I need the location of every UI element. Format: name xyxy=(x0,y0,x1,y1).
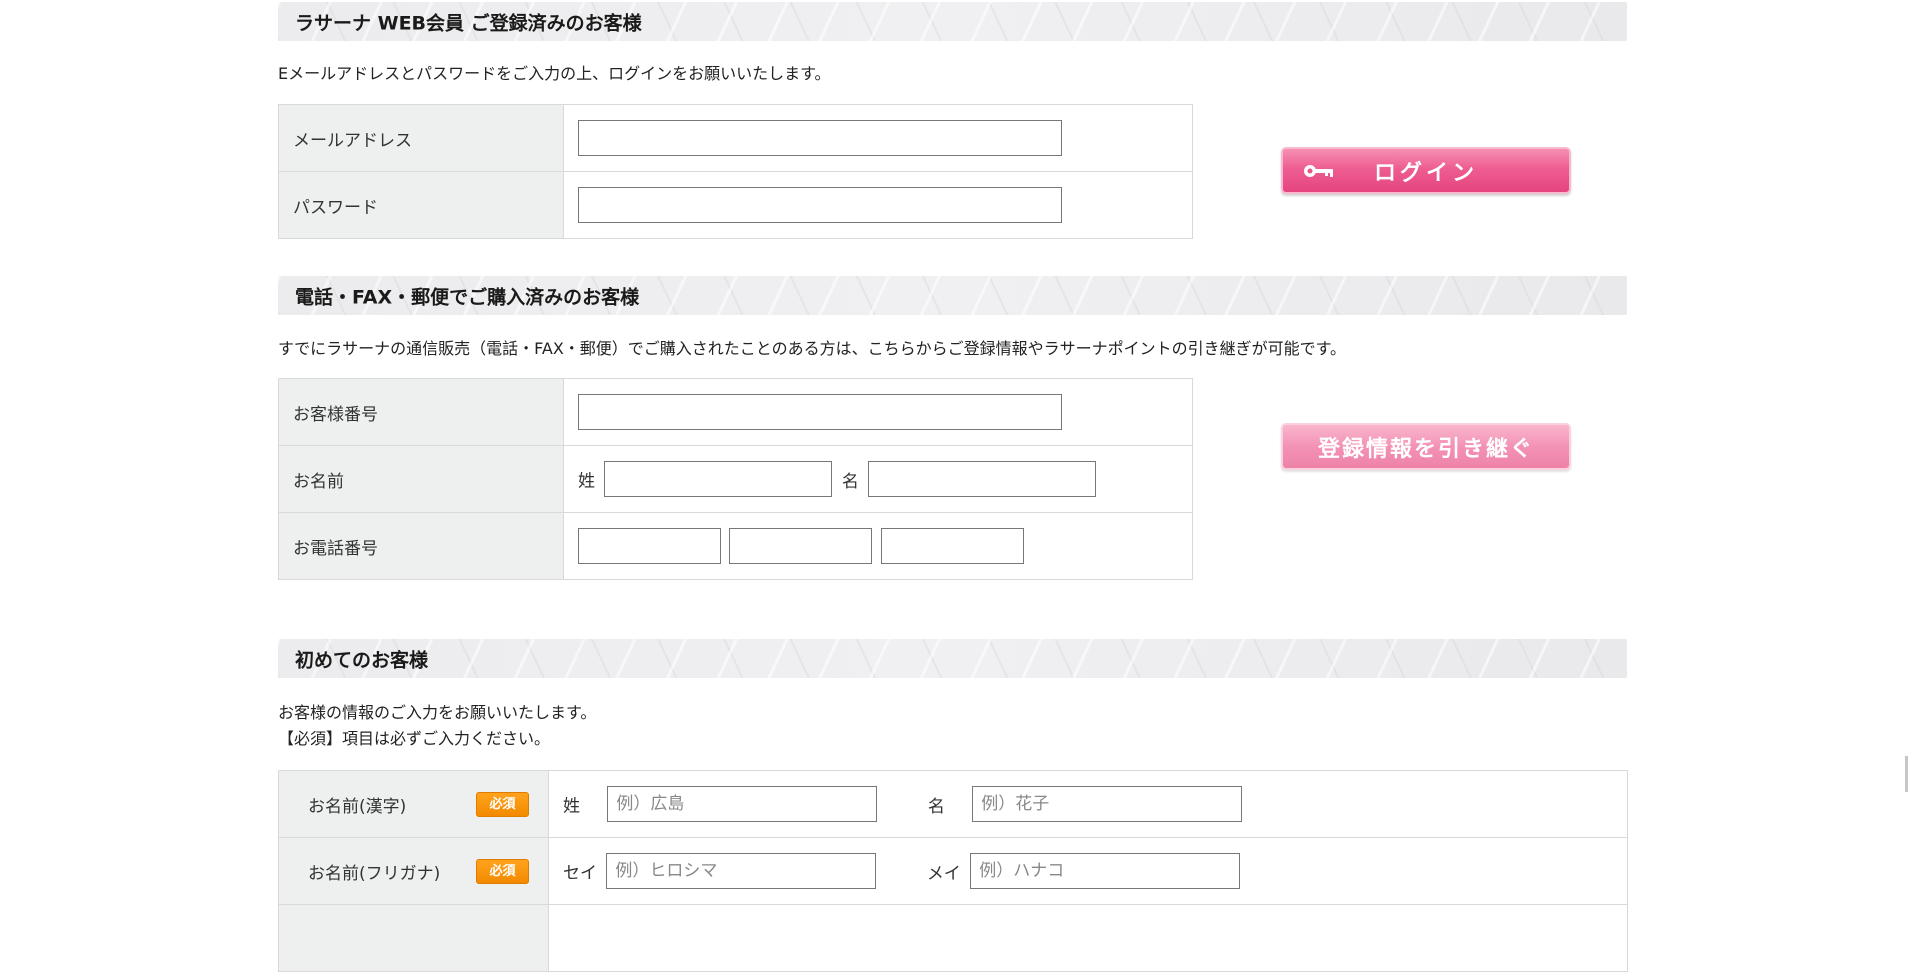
kana-name-row: お名前(フリガナ) 必須 セイ メイ xyxy=(278,837,1628,905)
login-form-table: メールアドレス パスワード xyxy=(278,104,1193,239)
phone-row: お電話番号 xyxy=(278,512,1193,580)
phone-label: お電話番号 xyxy=(278,512,564,580)
key-icon xyxy=(1304,164,1333,177)
customer-no-label: お客様番号 xyxy=(278,378,564,446)
login-button[interactable]: ログイン xyxy=(1281,147,1571,194)
takeover-sei-prefix: 姓 xyxy=(578,471,595,492)
required-badge: 必須 xyxy=(476,858,529,884)
kana-name-label: お名前(フリガナ) xyxy=(308,863,441,884)
email-row: メールアドレス xyxy=(278,104,1193,172)
login-description: Eメールアドレスとパスワードをご入力の上、ログインをお願いいたします。 xyxy=(278,64,831,83)
email-input[interactable] xyxy=(578,120,1062,156)
password-label: パスワード xyxy=(278,171,564,239)
customer-no-row: お客様番号 xyxy=(278,378,1193,446)
required-badge: 必須 xyxy=(476,791,529,817)
new-section-title: 初めてのお客様 xyxy=(295,649,429,671)
kanji-mei-prefix: 名 xyxy=(927,796,945,817)
password-input[interactable] xyxy=(578,187,1062,223)
takeover-form-table: お客様番号 お名前 姓 名 お電話番号 xyxy=(278,378,1193,580)
login-section-title: ラサーナ WEB会員 ご登録済みのお客様 xyxy=(295,12,642,34)
new-section-heading: 初めてのお客様 xyxy=(278,639,1627,678)
kana-mei-input[interactable] xyxy=(970,853,1241,889)
kana-sei-input[interactable] xyxy=(606,853,877,889)
takeover-name-label: お名前 xyxy=(278,445,564,513)
phone-part3-input[interactable] xyxy=(880,528,1024,564)
kanji-name-row: お名前(漢字) 必須 姓 名 xyxy=(278,770,1628,838)
kanji-sei-input[interactable] xyxy=(607,786,878,822)
password-row: パスワード xyxy=(278,171,1193,239)
takeover-button[interactable]: 登録情報を引き継ぐ xyxy=(1281,423,1571,470)
email-label: メールアドレス xyxy=(278,104,564,172)
takeover-button-label: 登録情報を引き継ぐ xyxy=(1317,435,1534,462)
scrollbar-thumb[interactable] xyxy=(1905,756,1908,792)
new-customer-form-table: お名前(漢字) 必須 姓 名 お名前(フリガナ) 必須 セイ メイ xyxy=(278,770,1628,972)
login-section-heading: ラサーナ WEB会員 ご登録済みのお客様 xyxy=(278,2,1627,41)
kana-mei-prefix: メイ xyxy=(926,863,961,884)
takeover-mei-prefix: 名 xyxy=(841,471,859,492)
new-description-1: お客様の情報のご入力をお願いいたします。 xyxy=(278,703,597,722)
takeover-description: すでにラサーナの通信販売（電話・FAX・郵便）でご購入されたことのある方は、こち… xyxy=(278,339,1347,358)
takeover-section-title: 電話・FAX・郵便でご購入済みのお客様 xyxy=(295,286,640,308)
takeover-name-row: お名前 姓 名 xyxy=(278,445,1193,513)
new-description-2: 【必須】項目は必ずご入力ください。 xyxy=(278,729,551,748)
takeover-sei-input[interactable] xyxy=(604,461,833,497)
birthday-row-partial xyxy=(278,904,1628,972)
customer-no-input[interactable] xyxy=(578,394,1062,430)
kana-sei-prefix: セイ xyxy=(563,863,597,884)
kanji-sei-prefix: 姓 xyxy=(563,796,580,817)
phone-part1-input[interactable] xyxy=(578,528,721,564)
phone-part2-input[interactable] xyxy=(729,528,873,564)
login-button-label: ログイン xyxy=(1373,159,1478,186)
kanji-name-label: お名前(漢字) xyxy=(308,796,407,817)
takeover-section-heading: 電話・FAX・郵便でご購入済みのお客様 xyxy=(278,276,1627,315)
takeover-mei-input[interactable] xyxy=(868,461,1097,497)
kanji-mei-input[interactable] xyxy=(972,786,1243,822)
